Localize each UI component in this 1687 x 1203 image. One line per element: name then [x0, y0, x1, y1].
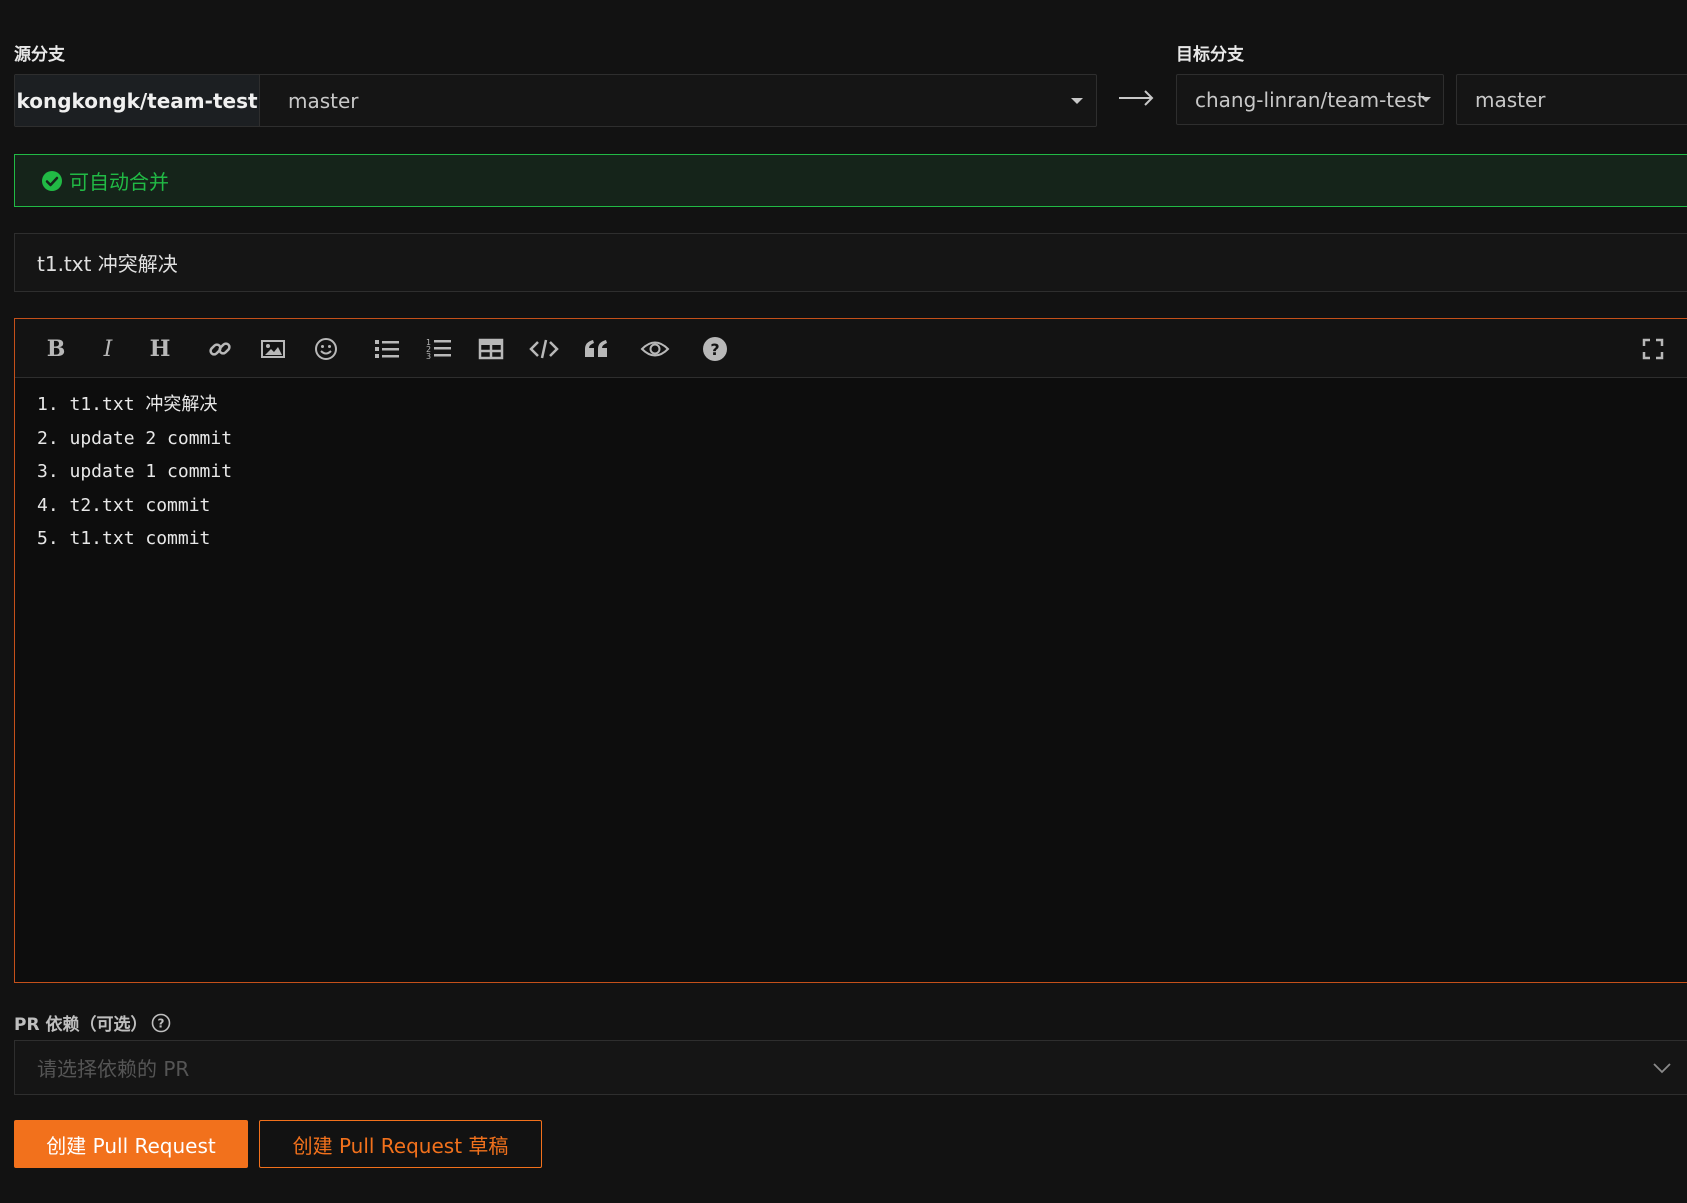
create-pr-button[interactable]: 创建 Pull Request	[14, 1120, 248, 1168]
bold-icon[interactable]: B	[41, 334, 71, 364]
quote-icon[interactable]	[582, 334, 612, 364]
chevron-down-icon	[1652, 1060, 1672, 1074]
create-pr-draft-button[interactable]: 创建 Pull Request 草稿	[259, 1120, 542, 1168]
markdown-editor: 1. t1.txt 冲突解决 2. update 2 commit 3. upd…	[14, 318, 1687, 983]
chevron-down-icon	[1421, 97, 1431, 102]
svg-text:3: 3	[426, 352, 431, 361]
check-circle-icon	[41, 170, 63, 192]
target-branch-label: 目标分支	[1176, 45, 1244, 65]
source-branch-value: master	[288, 88, 359, 113]
preview-icon[interactable]	[640, 334, 670, 364]
target-branch-dropdown[interactable]: master	[1456, 74, 1687, 125]
arrow-right-icon	[1117, 88, 1157, 108]
source-branch-dropdown[interactable]: master	[260, 75, 1096, 126]
pr-dependency-label: PR 依赖（可选）	[14, 1015, 148, 1035]
editor-line: 2. update 2 commit	[37, 427, 233, 449]
question-circle-icon[interactable]: ?	[151, 1013, 171, 1033]
pr-dependency-select[interactable]: 请选择依赖的 PR	[14, 1040, 1687, 1095]
svg-text:B: B	[47, 337, 66, 361]
merge-status-text: 可自动合并	[69, 170, 169, 194]
heading-icon[interactable]: H	[145, 334, 175, 364]
editor-textarea[interactable]: 1. t1.txt 冲突解决 2. update 2 commit 3. upd…	[15, 378, 1687, 982]
image-icon[interactable]	[258, 334, 288, 364]
help-icon[interactable]: ?	[700, 334, 730, 364]
chevron-down-icon	[1071, 98, 1083, 104]
source-branch-selector: kongkongk/team-test master	[14, 74, 1097, 127]
unordered-list-icon[interactable]	[372, 334, 402, 364]
code-icon[interactable]	[529, 334, 559, 364]
target-branch-value: master	[1475, 87, 1546, 112]
source-repo[interactable]: kongkongk/team-test	[15, 75, 260, 126]
source-branch-label: 源分支	[14, 45, 65, 65]
pr-title-input[interactable]: t1.txt 冲突解决	[14, 233, 1687, 292]
editor-line: 4. t2.txt commit	[37, 494, 211, 516]
editor-line: 3. update 1 commit	[37, 461, 233, 482]
svg-text:H: H	[150, 337, 171, 361]
svg-text:?: ?	[158, 1016, 165, 1030]
table-icon[interactable]	[476, 334, 506, 364]
target-repo-value: chang-linran/team-test	[1195, 87, 1425, 112]
fullscreen-icon[interactable]	[1638, 334, 1668, 364]
pr-dependency-label-row: PR 依赖（可选） ?	[14, 1010, 171, 1035]
svg-text:?: ?	[710, 340, 719, 359]
pr-title-value: t1.txt 冲突解决	[37, 252, 178, 276]
ordered-list-icon[interactable]: 1 2 3	[424, 334, 454, 364]
editor-line: 5. t1.txt commit	[37, 528, 211, 549]
target-repo-dropdown[interactable]: chang-linran/team-test	[1176, 74, 1444, 125]
merge-status-banner: 可自动合并	[14, 154, 1687, 207]
link-icon[interactable]	[205, 334, 235, 364]
italic-icon[interactable]: I	[93, 334, 123, 364]
editor-line: 1. t1.txt 冲突解决	[37, 394, 218, 415]
source-repo-label: kongkongk/team-test	[16, 88, 258, 113]
pr-dependency-placeholder: 请选择依赖的 PR	[37, 1057, 190, 1081]
svg-text:I: I	[103, 337, 114, 361]
emoji-icon[interactable]	[311, 334, 341, 364]
